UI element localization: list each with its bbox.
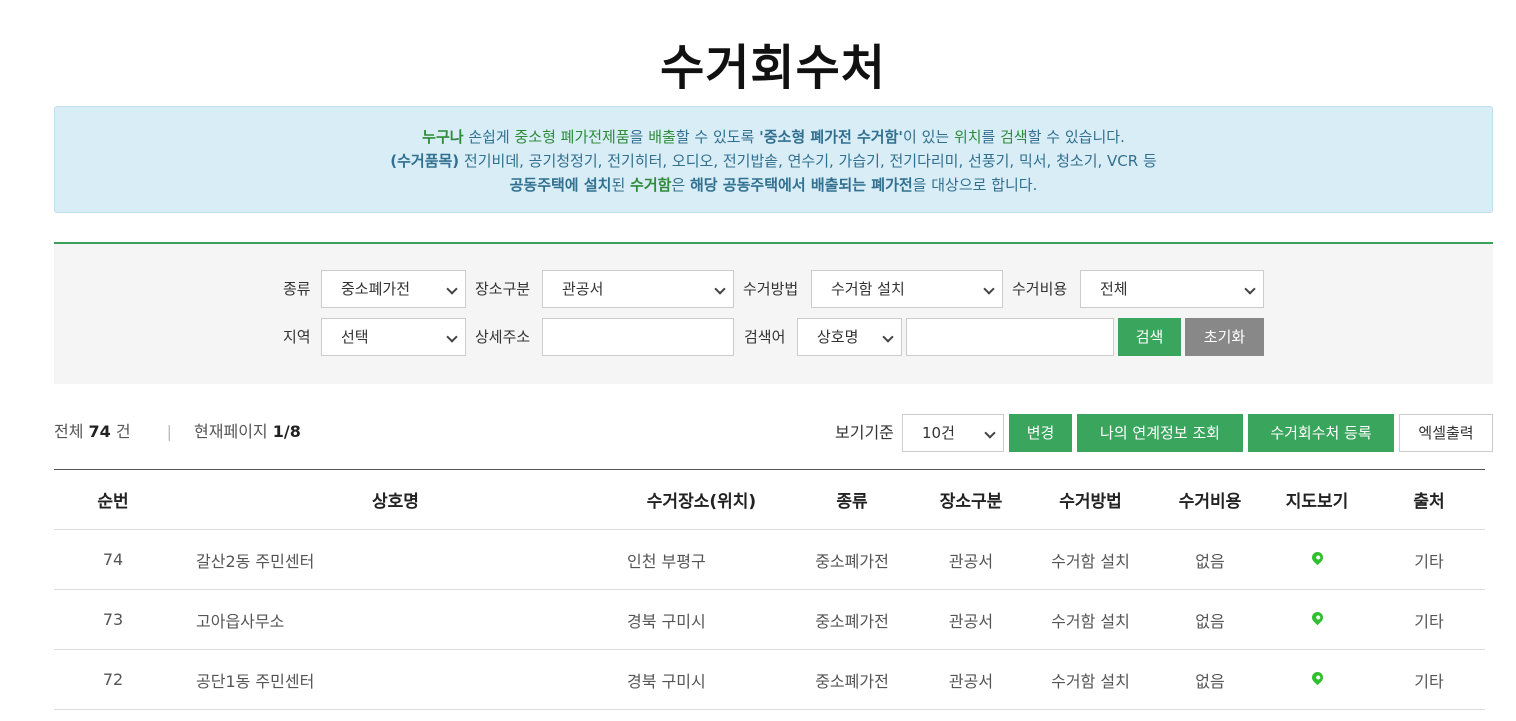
row-name: 공단1동 주민센터 (172, 649, 619, 710)
map-pin-icon[interactable] (1309, 549, 1325, 566)
row-map[interactable] (1261, 529, 1373, 590)
table-header-row: 순번 상호명 수거장소(위치) 종류 장소구분 수거방법 수거비용 지도보기 출… (54, 469, 1485, 530)
place-select[interactable]: 관공서 (542, 270, 734, 308)
row-method: 수거함 설치 (1022, 649, 1159, 710)
row-type: 중소폐가전 (784, 589, 920, 650)
place-label: 장소구분 (475, 280, 531, 298)
change-button[interactable]: 변경 (1009, 414, 1072, 452)
row-cost: 없음 (1159, 589, 1261, 650)
map-pin-icon[interactable] (1309, 669, 1325, 686)
chevron-down-icon (446, 283, 458, 295)
results-table: 순번 상호명 수거장소(위치) 종류 장소구분 수거방법 수거비용 지도보기 출… (54, 469, 1485, 710)
header-no: 순번 (54, 469, 172, 530)
summary-divider: | (166, 422, 173, 441)
view-count-select[interactable]: 10건 (902, 414, 1004, 452)
total-count: 74 (88, 422, 111, 441)
header-place: 장소구분 (920, 469, 1022, 530)
chevron-down-icon (446, 331, 458, 343)
row-name: 고아읍사무소 (172, 589, 619, 650)
table-row: 72 공단1동 주민센터 경북 구미시 중소폐가전 관공서 수거함 설치 없음 … (54, 649, 1485, 710)
chevron-down-icon (714, 283, 726, 295)
table-row: 74 갈산2동 주민센터 인천 부평구 중소폐가전 관공서 수거함 설치 없음 … (54, 529, 1485, 590)
row-location: 인천 부평구 (619, 529, 784, 590)
row-no: 72 (54, 649, 172, 710)
page-title: 수거회수처 (660, 40, 886, 96)
row-type: 중소폐가전 (784, 529, 920, 590)
header-map: 지도보기 (1261, 469, 1373, 530)
row-no: 74 (54, 529, 172, 590)
row-method: 수거함 설치 (1022, 529, 1159, 590)
search-panel: 종류 중소폐가전 장소구분 관공서 수거방법 수거함 설치 수거비용 전체 지역… (54, 242, 1493, 384)
map-pin-icon[interactable] (1309, 609, 1325, 626)
notice-line-2: (수거품목) 전기비데, 공기청정기, 전기히터, 오디오, 전기밥솥, 연수기… (390, 152, 1157, 170)
keyword-field-select[interactable]: 상호명 (797, 318, 902, 356)
notice-line-3: 공동주택에 설치된 수거함은 해당 공동주택에서 배출되는 폐가전을 대상으로 … (509, 176, 1038, 194)
reset-button[interactable]: 초기화 (1185, 318, 1264, 356)
method-label: 수거방법 (743, 280, 799, 298)
row-name: 갈산2동 주민센터 (172, 529, 619, 590)
my-info-button[interactable]: 나의 연계정보 조회 (1077, 414, 1243, 452)
row-place: 관공서 (920, 649, 1022, 710)
row-location: 경북 구미시 (619, 589, 784, 650)
header-location: 수거장소(위치) (619, 469, 784, 530)
row-source: 기타 (1373, 589, 1485, 650)
region-label: 지역 (283, 328, 311, 346)
register-button[interactable]: 수거회수처 등록 (1248, 414, 1394, 452)
cost-label: 수거비용 (1012, 280, 1068, 298)
chevron-down-icon (983, 283, 995, 295)
row-cost: 없음 (1159, 649, 1261, 710)
row-place: 관공서 (920, 529, 1022, 590)
row-method: 수거함 설치 (1022, 589, 1159, 650)
type-label: 종류 (283, 280, 311, 298)
address-label: 상세주소 (475, 328, 531, 346)
info-notice: 누구나 손쉽게 중소형 폐가전제품을 배출할 수 있도록 '중소형 폐가전 수거… (54, 106, 1493, 213)
type-select[interactable]: 중소폐가전 (321, 270, 466, 308)
table-row: 73 고아읍사무소 경북 구미시 중소폐가전 관공서 수거함 설치 없음 기타 (54, 589, 1485, 650)
search-button[interactable]: 검색 (1118, 318, 1181, 356)
header-method: 수거방법 (1022, 469, 1159, 530)
view-label: 보기기준 (835, 423, 894, 442)
chevron-down-icon (984, 427, 996, 439)
row-type: 중소폐가전 (784, 649, 920, 710)
row-location: 경북 구미시 (619, 649, 784, 710)
cost-select[interactable]: 전체 (1080, 270, 1264, 308)
row-no: 73 (54, 589, 172, 650)
header-source: 출처 (1373, 469, 1485, 530)
chevron-down-icon (882, 331, 894, 343)
notice-line-1: 누구나 손쉽게 중소형 폐가전제품을 배출할 수 있도록 '중소형 폐가전 수거… (422, 128, 1125, 146)
keyword-input[interactable] (906, 318, 1114, 356)
address-input[interactable] (542, 318, 734, 356)
excel-export-button[interactable]: 엑셀출력 (1399, 414, 1493, 452)
header-name: 상호명 (172, 469, 619, 530)
search-row-1: 종류 중소폐가전 장소구분 관공서 수거방법 수거함 설치 수거비용 전체 (54, 270, 1493, 308)
search-row-2: 지역 선택 상세주소 검색어 상호명 검색 초기화 (54, 318, 1493, 356)
row-map[interactable] (1261, 589, 1373, 650)
row-cost: 없음 (1159, 529, 1261, 590)
keyword-label: 검색어 (744, 328, 786, 346)
result-summary: 전체 74 건 | 현재페이지 1/8 (54, 422, 301, 441)
page-indicator: 1/8 (272, 422, 301, 441)
row-source: 기타 (1373, 529, 1485, 590)
method-select[interactable]: 수거함 설치 (811, 270, 1003, 308)
row-source: 기타 (1373, 649, 1485, 710)
row-map[interactable] (1261, 649, 1373, 710)
chevron-down-icon (1244, 283, 1256, 295)
header-type: 종류 (784, 469, 920, 530)
row-place: 관공서 (920, 589, 1022, 650)
region-select[interactable]: 선택 (321, 318, 466, 356)
header-cost: 수거비용 (1159, 469, 1261, 530)
